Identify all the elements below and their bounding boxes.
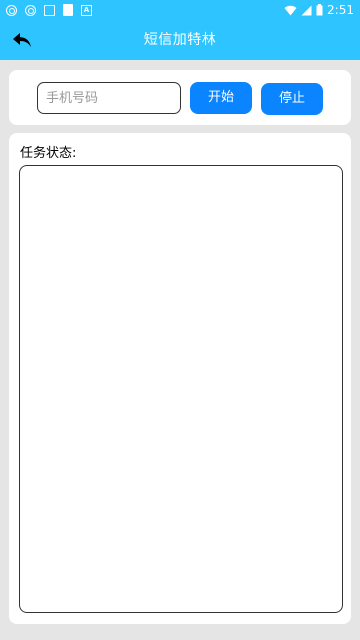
signal-icon bbox=[301, 5, 312, 15]
a-icon: A bbox=[81, 4, 92, 16]
wifi-icon bbox=[284, 5, 297, 15]
app-title: 短信加特林 bbox=[143, 32, 217, 48]
system-icons: 2:51 bbox=[284, 3, 354, 17]
notification-icons: A bbox=[6, 4, 92, 16]
task-status-card: 任务状态: bbox=[9, 133, 351, 624]
start-button[interactable]: 开始 bbox=[190, 82, 252, 114]
stop-button[interactable]: 停止 bbox=[261, 83, 323, 115]
battery-icon bbox=[316, 4, 323, 16]
swirl-icon bbox=[6, 4, 17, 16]
controls-card: 开始 停止 bbox=[9, 70, 351, 125]
swirl-icon bbox=[25, 4, 36, 16]
app-bar: 短信加特林 bbox=[0, 20, 360, 60]
image-icon bbox=[44, 4, 55, 16]
phone-number-input[interactable] bbox=[37, 82, 181, 114]
clock: 2:51 bbox=[327, 3, 354, 17]
task-status-log[interactable] bbox=[19, 165, 343, 613]
status-bar: A 2:51 bbox=[0, 0, 360, 20]
doc-icon bbox=[63, 4, 73, 16]
task-status-label: 任务状态: bbox=[20, 146, 77, 161]
